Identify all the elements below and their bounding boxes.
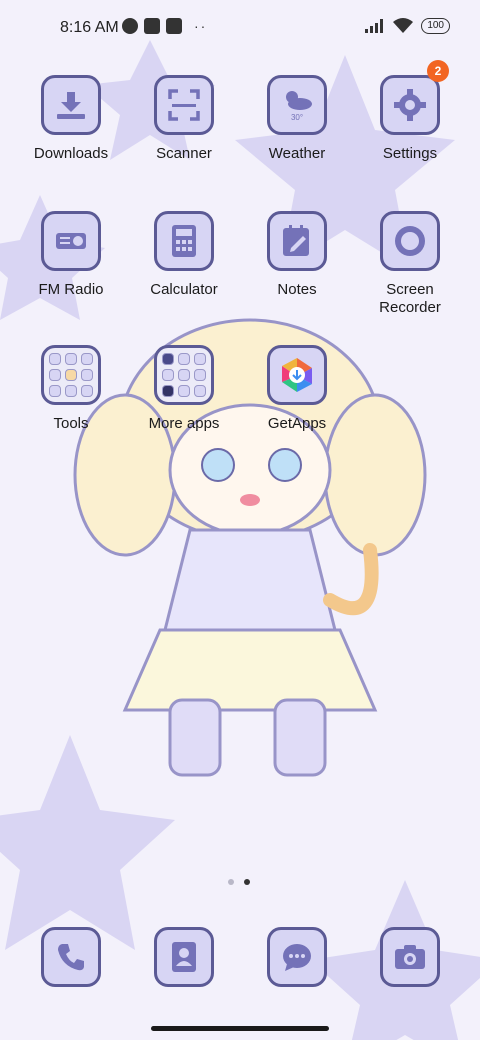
folder-tools[interactable]: Tools (15, 345, 127, 433)
app-getapps[interactable]: GetApps (241, 345, 353, 433)
app-settings[interactable]: 2 Settings (354, 60, 466, 163)
app-label: Calculator (150, 281, 218, 298)
dock-messages[interactable] (241, 927, 353, 987)
app-icon-downloads[interactable] (41, 75, 101, 135)
dock-camera[interactable] (354, 927, 466, 987)
notification-icons: ·· (122, 18, 207, 34)
app-screen-recorder[interactable]: Screen Recorder (354, 211, 466, 317)
more-dots-icon: ·· (194, 18, 208, 34)
contrast-icon (122, 18, 138, 34)
page-dot[interactable] (228, 879, 234, 885)
contacts-icon (172, 942, 196, 972)
app-downloads[interactable]: Downloads (15, 75, 127, 163)
weather-temp: 30° (291, 113, 303, 122)
app-label: FM Radio (38, 281, 104, 298)
record-icon (395, 226, 425, 256)
upload-icon (166, 18, 182, 34)
app-scanner[interactable]: Scanner (128, 75, 240, 163)
app-label: GetApps (267, 415, 327, 432)
app-fm-radio[interactable]: FM Radio (15, 211, 127, 299)
camera-app-icon[interactable] (380, 927, 440, 987)
system-icons: 100 (365, 18, 450, 34)
app-icon-getapps[interactable] (267, 345, 327, 405)
app-weather[interactable]: 30° Weather (241, 75, 353, 163)
messages-icon (283, 944, 311, 971)
radio-icon (56, 233, 86, 249)
folder-more-apps[interactable]: More apps (128, 345, 240, 433)
contacts-app-icon[interactable] (154, 927, 214, 987)
square-app-icon (144, 18, 160, 34)
battery-icon: 100 (421, 18, 450, 34)
app-icon-settings[interactable]: 2 (380, 60, 449, 135)
app-icon-notes[interactable] (267, 211, 327, 271)
weather-icon: 30° (286, 91, 312, 122)
messages-app-icon[interactable] (267, 927, 327, 987)
status-bar: 8:16 AM ·· 100 (0, 0, 480, 56)
app-calculator[interactable]: Calculator (128, 211, 240, 299)
app-label: Screen Recorder (379, 281, 441, 316)
phone-app-icon[interactable] (41, 927, 101, 987)
getapps-icon (282, 358, 312, 392)
page-indicator (228, 879, 250, 885)
dock-phone[interactable] (15, 927, 127, 987)
scan-icon (168, 89, 200, 121)
folder-icon[interactable] (41, 345, 101, 405)
app-icon-weather[interactable]: 30° (267, 75, 327, 135)
app-label: Weather (268, 145, 326, 162)
app-icon-scanner[interactable] (154, 75, 214, 135)
app-icon-screen-recorder[interactable] (380, 211, 440, 271)
notes-icon (283, 225, 309, 256)
notification-badge: 2 (427, 60, 449, 82)
app-label: More apps (148, 415, 220, 432)
app-label: Downloads (33, 145, 109, 162)
phone-icon (58, 944, 84, 971)
app-label: Tools (53, 415, 89, 432)
page-dot-active[interactable] (244, 879, 250, 885)
gear-icon (394, 89, 426, 121)
app-label: Scanner (156, 145, 212, 162)
wifi-icon (393, 18, 414, 33)
app-icon-fm-radio[interactable] (41, 211, 101, 271)
dock-contacts[interactable] (128, 927, 240, 987)
clock: 8:16 AM (60, 19, 119, 36)
app-label: Settings (382, 145, 438, 162)
folder-icon[interactable] (154, 345, 214, 405)
camera-icon (395, 945, 425, 969)
app-notes[interactable]: Notes (241, 211, 353, 299)
app-icon-calculator[interactable] (154, 211, 214, 271)
gesture-navigation-bar[interactable] (151, 1026, 329, 1031)
download-icon (57, 92, 85, 119)
signal-icon (365, 19, 384, 33)
calculator-icon (172, 225, 196, 257)
app-label: Notes (277, 281, 317, 298)
